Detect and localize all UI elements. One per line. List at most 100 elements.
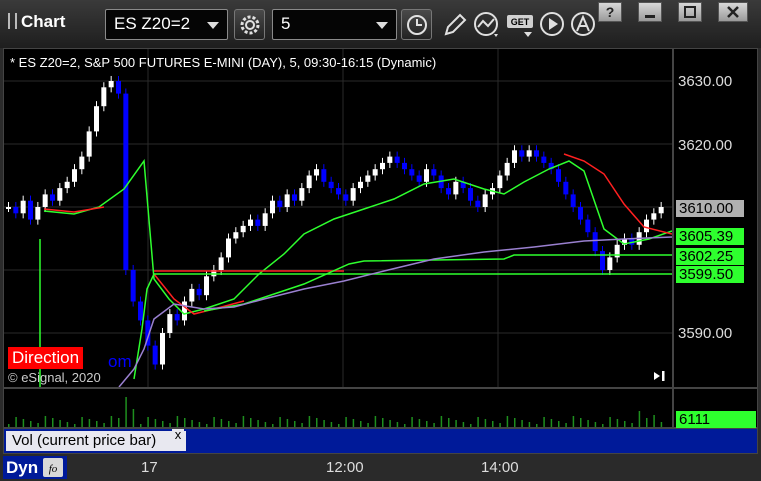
volume-bar [470, 424, 472, 427]
candle-body [292, 194, 297, 201]
pencil-icon[interactable] [440, 10, 470, 40]
candle-body [519, 150, 525, 157]
volume-bar [228, 421, 230, 427]
candle-body [123, 93, 129, 270]
dyn-button[interactable]: Dyn fo [3, 456, 67, 479]
window-title[interactable]: Chart [8, 12, 65, 32]
candle-body [343, 194, 349, 201]
volume-bar [440, 416, 443, 427]
settings-button[interactable] [234, 9, 265, 40]
candle-body [556, 169, 561, 182]
volume-bar [558, 421, 560, 427]
volume-bar [140, 424, 142, 427]
candle-body [526, 150, 532, 157]
fx-icon[interactable]: fo [43, 458, 63, 477]
volume-bar [418, 419, 421, 427]
volume-bar [565, 423, 567, 427]
price-plot[interactable] [4, 49, 672, 387]
volume-study-label[interactable]: Vol (current price bar) [6, 431, 186, 451]
candle-body [468, 188, 473, 201]
volume-bar [660, 422, 663, 427]
volume-bar [426, 421, 428, 427]
volume-bar [389, 420, 391, 427]
volume-study-text: Vol (current price bar) [12, 432, 157, 449]
last-price-tag: 3610.00 [676, 200, 744, 217]
volume-bar [74, 424, 76, 427]
candle-body [446, 188, 451, 195]
volume-axis: 6111 [673, 388, 758, 428]
volume-bar [37, 423, 39, 427]
grip-icon[interactable] [8, 13, 17, 29]
svg-text:fo: fo [49, 463, 58, 475]
candle-body [28, 200, 33, 220]
candle-body [182, 301, 187, 321]
volume-bar [44, 416, 47, 427]
dyn-label: Dyn [6, 458, 39, 477]
volume-bar [81, 417, 83, 427]
time-axis[interactable]: Dyn fo 17 12:00 14:00 [0, 454, 761, 481]
get-data-icon[interactable]: GET [505, 10, 535, 40]
candle-body [204, 276, 209, 296]
volume-bar [330, 422, 333, 427]
volume-bar [66, 422, 69, 427]
alert-icon[interactable] [569, 10, 599, 40]
price-axis[interactable]: 3630.00 3620.00 3590.00 3610.00 3605.39 … [673, 48, 758, 388]
candle-body [79, 156, 85, 170]
get-label: GET [511, 17, 530, 27]
line-tool-icon[interactable] [472, 10, 502, 40]
candle-body [578, 207, 583, 220]
candle-body [20, 200, 26, 214]
price-chart-pane[interactable]: * ES Z20=2, S&P 500 FUTURES E-MINI (DAY)… [3, 48, 673, 388]
volume-pane[interactable] [3, 388, 673, 428]
volume-bar [528, 422, 531, 427]
minimize-button[interactable] [638, 2, 662, 22]
volume-bar [250, 418, 252, 427]
candle-body [504, 162, 510, 176]
time-tick: 12:00 [326, 459, 364, 476]
symbol-combo[interactable]: ES Z20=2 [105, 9, 228, 40]
candle-body [592, 232, 598, 252]
volume-bar [367, 423, 369, 427]
volume-bar [110, 416, 113, 427]
maximize-button[interactable] [678, 2, 702, 22]
candle-body [130, 270, 136, 302]
candle-body [409, 169, 415, 176]
volume-bar [220, 419, 223, 427]
volume-bar [286, 419, 289, 427]
close-button[interactable] [718, 2, 748, 22]
volume-bar [96, 421, 98, 427]
volume-bar [514, 418, 516, 427]
volume-bar [609, 417, 611, 427]
volume-study-strip[interactable]: Vol (current price bar) x [3, 428, 758, 454]
volume-bar [103, 423, 105, 427]
chevron-down-icon[interactable] [207, 22, 219, 29]
help-button[interactable]: ? [598, 2, 622, 22]
chevron-down-icon[interactable] [376, 22, 388, 29]
candle-body [152, 345, 158, 365]
volume-bar [624, 421, 626, 427]
help-icon: ? [606, 4, 615, 20]
candle-body [86, 131, 92, 157]
volume-bar [352, 419, 355, 427]
candle-body [475, 200, 481, 207]
volume-bar [382, 418, 384, 427]
candle-body [541, 156, 547, 163]
volume-bar [176, 416, 179, 427]
volume-close-icon[interactable]: x [172, 428, 184, 441]
volume-bar [132, 409, 135, 427]
interval-combo[interactable]: 5 [272, 9, 397, 40]
volume-bar [301, 423, 303, 427]
volume-bar [88, 419, 91, 427]
candle-body [328, 181, 334, 189]
candle-body [644, 219, 649, 233]
candle-body [431, 169, 437, 176]
ma-value-tag: 3602.25 [676, 248, 744, 265]
volume-bar [52, 418, 54, 427]
scroll-to-end-icon[interactable] [652, 369, 668, 383]
volume-bar [448, 418, 450, 427]
volume-bar [213, 417, 215, 427]
time-button[interactable] [401, 9, 432, 40]
volume-bar [338, 424, 340, 427]
candle-body [108, 81, 114, 88]
play-icon[interactable] [538, 10, 568, 40]
